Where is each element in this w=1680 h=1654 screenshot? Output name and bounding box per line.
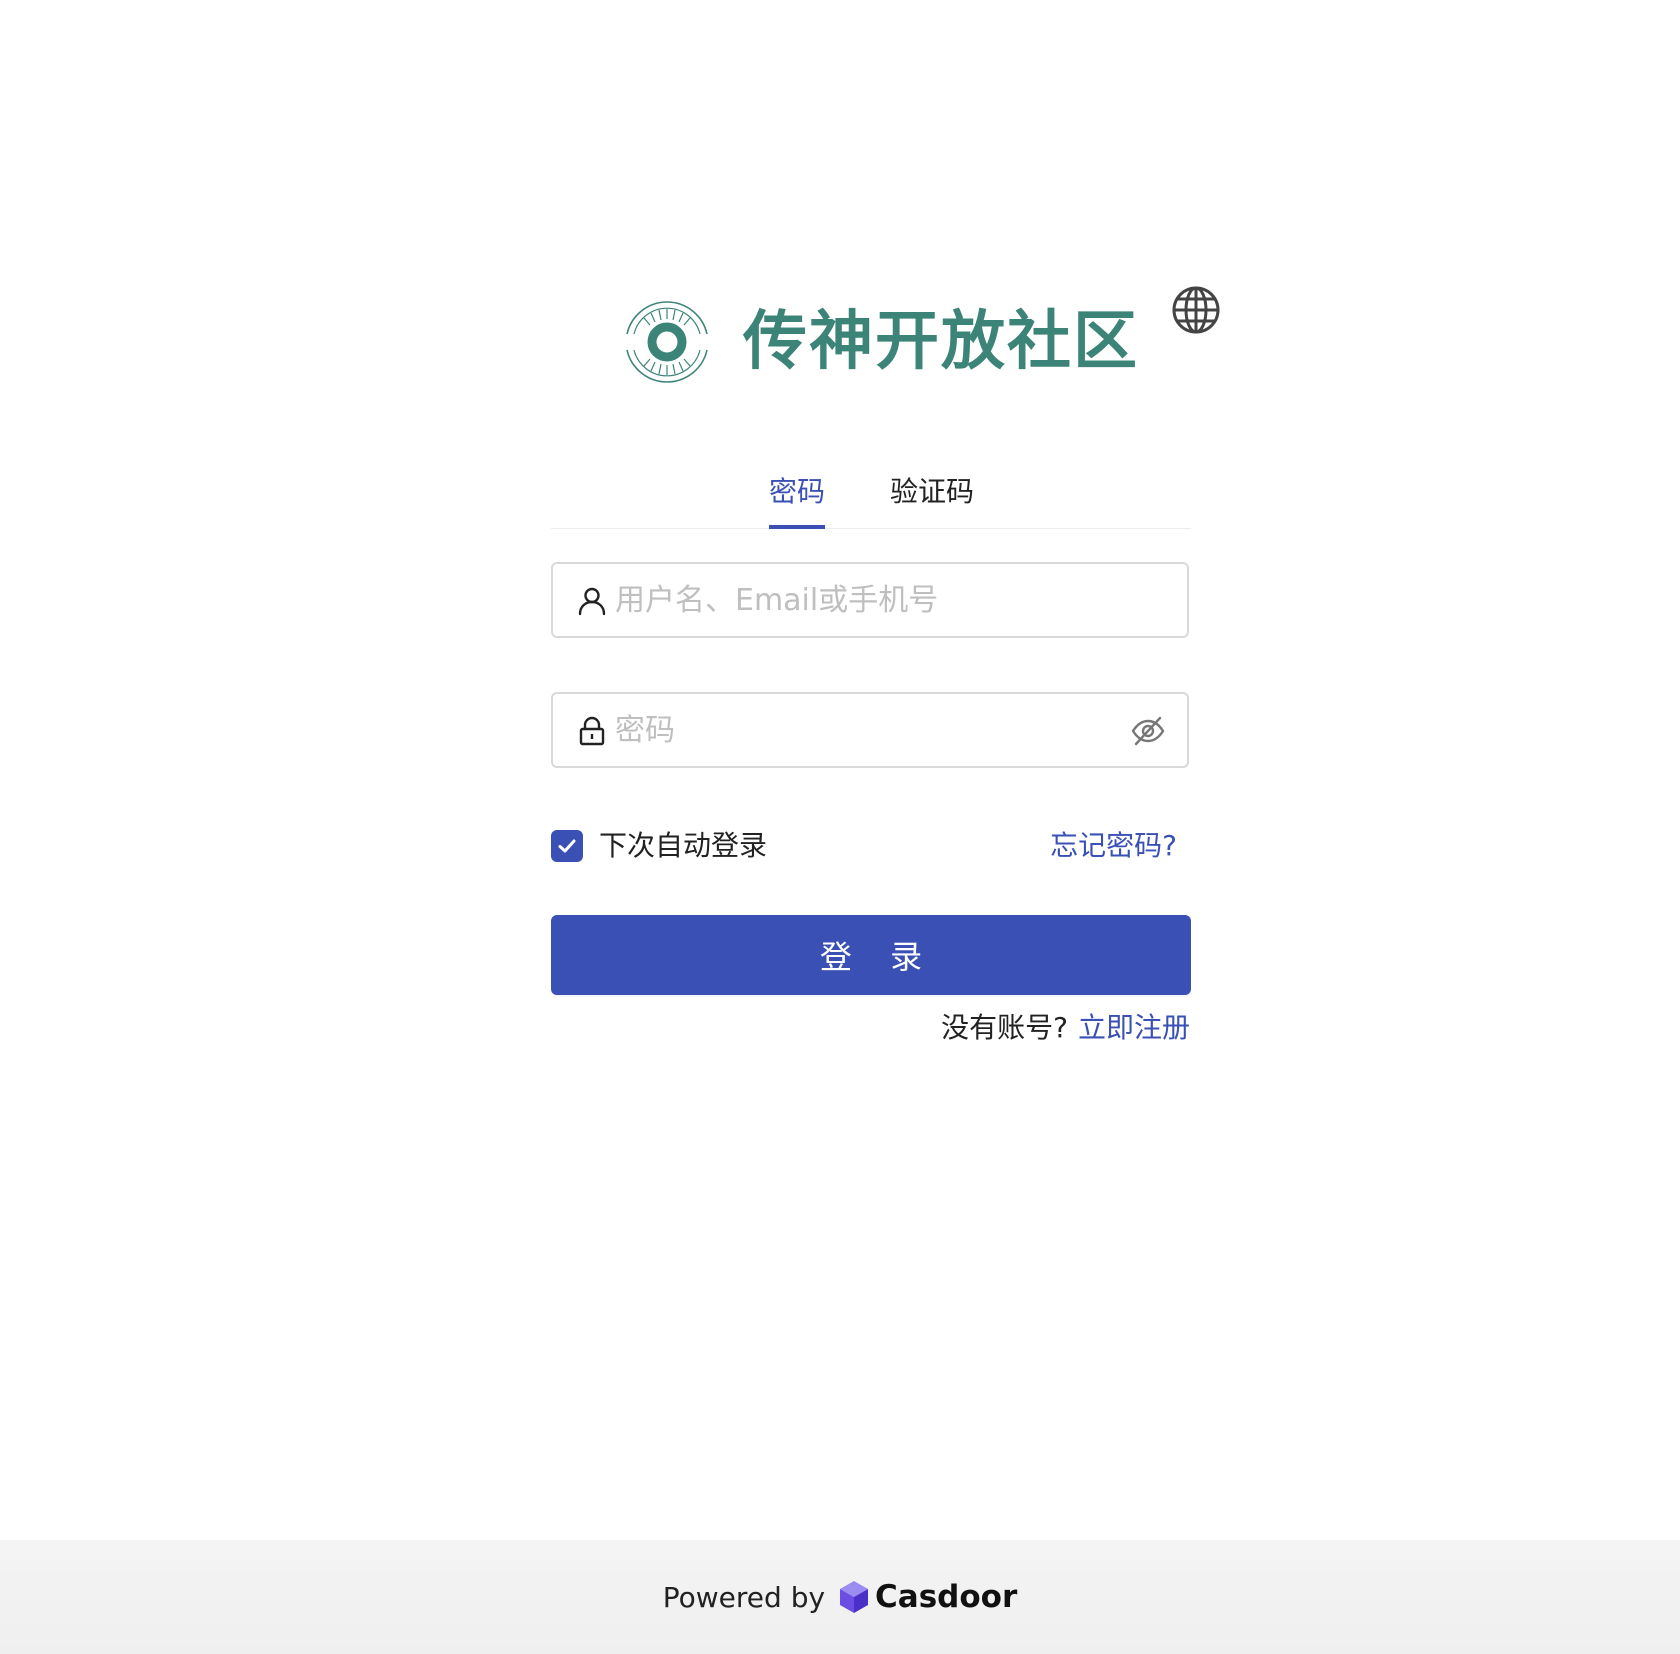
- login-method-tabs: 密码 验证码: [551, 462, 1191, 529]
- forgot-password-link[interactable]: 忘记密码?: [1050, 826, 1177, 866]
- login-button[interactable]: 登 录: [551, 915, 1191, 995]
- powered-by: Powered by Casdoor: [663, 1579, 1018, 1615]
- signup-link[interactable]: 立即注册: [1078, 1011, 1190, 1044]
- username-field[interactable]: [551, 562, 1189, 638]
- tab-password[interactable]: 密码: [769, 472, 825, 512]
- footer: Powered by Casdoor: [0, 1540, 1680, 1654]
- remember-me-label: 下次自动登录: [599, 829, 768, 862]
- brand-name: 传神开放社区: [743, 305, 1139, 379]
- eye-invisible-icon[interactable]: [1131, 714, 1165, 748]
- eye-ring-logo-icon: [626, 301, 708, 383]
- check-icon: [558, 839, 576, 853]
- powered-by-text: Powered by: [662, 1580, 826, 1614]
- casdoor-cube-icon: [840, 1581, 869, 1613]
- signup-row: 没有账号? 立即注册: [941, 1008, 1190, 1048]
- password-input[interactable]: [615, 704, 1135, 756]
- casdoor-link[interactable]: Casdoor: [837, 1579, 1017, 1615]
- password-field[interactable]: [551, 692, 1189, 768]
- checkbox-checked[interactable]: [551, 830, 583, 862]
- no-account-text: 没有账号?: [941, 1011, 1068, 1044]
- active-tab-indicator: [769, 525, 825, 529]
- globe-icon[interactable]: [1170, 284, 1222, 336]
- remember-me-checkbox[interactable]: 下次自动登录: [551, 826, 767, 866]
- brand-header: 传神开放社区: [617, 292, 1137, 398]
- user-icon: [578, 587, 606, 616]
- casdoor-name: Casdoor: [875, 1579, 1018, 1615]
- lock-icon: [579, 716, 605, 746]
- tab-verification-code[interactable]: 验证码: [890, 472, 974, 512]
- username-input[interactable]: [615, 574, 1135, 626]
